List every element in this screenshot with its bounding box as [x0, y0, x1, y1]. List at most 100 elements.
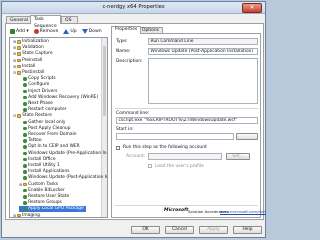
step-icon — [23, 188, 27, 193]
tree-item-label: State Capture — [22, 51, 53, 57]
add-label: Add ▾ — [16, 28, 29, 34]
step-icon — [23, 170, 27, 174]
tree-scroll-thumb[interactable] — [103, 46, 106, 116]
expand-icon[interactable]: ⊞ — [19, 182, 22, 188]
tab-task-sequence[interactable]: Task Sequence — [30, 15, 61, 29]
up-button[interactable]: Up — [62, 27, 77, 35]
tree-step[interactable]: Install Office — [19, 157, 56, 163]
cancel-button[interactable]: Cancel — [165, 226, 194, 234]
tree-step[interactable]: Tattoo — [19, 138, 42, 144]
expand-icon[interactable]: ⊞ — [13, 51, 16, 57]
name-field[interactable]: Windows Update (Post-Application Install… — [148, 48, 258, 55]
arrow-down-icon — [81, 28, 88, 34]
tree-folder[interactable]: ⊟ Postinstall — [13, 70, 44, 76]
tree-step[interactable]: Configure — [19, 82, 49, 88]
title-bar: c-nerdgy x64 Properties ✕ — [2, 2, 265, 14]
down-button[interactable]: Down — [81, 27, 103, 35]
tree-scrollbar[interactable] — [101, 38, 107, 217]
tree-folder[interactable]: ⊞ Validation — [13, 45, 44, 51]
step-icon — [23, 195, 27, 199]
tree-step[interactable]: Post Apply Cleanup — [19, 126, 71, 132]
load-profile-checkbox[interactable] — [148, 164, 152, 168]
up-label: Up — [70, 28, 77, 34]
properties-pane: Properties Options Type: Run Command Lin… — [111, 26, 266, 218]
window-title: c-nerdgy x64 Properties — [102, 4, 165, 10]
mdt-link[interactable]: www.microsoft.com/mdt — [220, 209, 266, 214]
step-icon — [23, 151, 27, 156]
expand-icon[interactable]: ⊞ — [13, 58, 16, 64]
tree-item-label: Copy Scripts — [28, 76, 56, 82]
start-in-field[interactable] — [116, 133, 234, 140]
expand-icon[interactable]: ⊟ — [13, 113, 16, 119]
tree-folder[interactable]: ⊞ Preinstall — [13, 58, 42, 64]
tree-step[interactable]: Install Utility 1 — [19, 163, 60, 169]
browse-button[interactable] — [236, 133, 258, 140]
tree-step[interactable]: Recover From Domain — [19, 132, 77, 138]
expand-icon[interactable]: ⊞ — [13, 45, 16, 51]
start-in-label: Start in: — [116, 127, 134, 132]
step-icon — [23, 133, 27, 137]
tree-item-label: Preinstall — [22, 57, 43, 63]
step-icon — [23, 139, 27, 143]
tree-step[interactable]: Windows Update (Pre-Application Installa… — [19, 151, 107, 157]
tree-item-label: Install — [22, 63, 36, 69]
tree-folder[interactable]: ⊞ Custom Tasks — [19, 182, 58, 188]
tree-folder[interactable]: ⊞ State Capture — [13, 51, 53, 57]
tree-step[interactable]: Restart computer — [19, 107, 66, 113]
close-button[interactable]: ✕ — [242, 3, 262, 13]
tree-step[interactable]: Enable BitLocker — [19, 188, 65, 194]
folder-icon — [17, 114, 21, 118]
tree-item-label: State Restore — [22, 113, 52, 119]
tree-folder[interactable]: ⊞ Install — [13, 64, 35, 70]
tree-item-label: Restart computer — [28, 107, 67, 113]
tab-properties[interactable]: Properties — [111, 26, 142, 34]
tree-folder[interactable]: ⊞ Initialization — [13, 39, 49, 45]
run-as-checkbox[interactable] — [116, 146, 120, 150]
expand-icon[interactable]: ⊞ — [13, 213, 16, 217]
account-label: Account: — [126, 154, 146, 159]
tree-step[interactable]: Next Phase — [19, 101, 53, 107]
tree-item-label: Restore Groups — [28, 200, 62, 206]
tree-item-label: Enable BitLocker — [28, 187, 65, 193]
name-label: Name: — [116, 49, 131, 54]
tree-folder[interactable]: ⊞ Imaging — [13, 213, 40, 217]
tree-step[interactable]: Opt In to CEIP and WER — [19, 144, 80, 150]
account-field — [148, 153, 222, 160]
description-field[interactable] — [148, 58, 258, 104]
tree-folder[interactable]: ⊟ State Restore — [13, 113, 52, 119]
tree-step[interactable]: Restore User State — [19, 194, 69, 200]
apply-button[interactable]: Apply — [199, 226, 228, 234]
tree-step[interactable]: Restore Groups — [19, 200, 62, 206]
folder-icon — [17, 40, 21, 44]
set-account-button[interactable]: Set... — [226, 153, 250, 160]
tree-step[interactable]: Inject Drivers — [19, 89, 57, 95]
expand-icon[interactable]: ⊟ — [13, 70, 16, 76]
command-line-field[interactable]: cscript.exe "%SCRIPTROOT%\ZTIWindowsUpda… — [116, 117, 258, 124]
tree-step[interactable]: Apply Local GPO Package — [19, 206, 86, 212]
help-button[interactable]: Help — [233, 226, 262, 234]
tree-item-label: Gather local only — [28, 119, 66, 125]
step-icon — [23, 102, 27, 106]
step-icon — [23, 207, 27, 211]
step-icon — [23, 145, 27, 149]
folder-icon — [17, 213, 21, 217]
tree-step[interactable]: Gather local only — [19, 120, 66, 126]
task-sequence-tree[interactable]: ⊞ Initialization ⊞ Validation ⊞ State Capture… — [9, 37, 108, 218]
tree-item-label: Validation — [22, 45, 44, 51]
expand-icon[interactable]: ⊞ — [13, 39, 16, 45]
step-icon — [23, 77, 27, 81]
tree-step[interactable]: Windows Update (Post-Application Install… — [19, 175, 107, 181]
command-line-label: Command line: — [116, 111, 150, 116]
tree-step[interactable]: Copy Scripts — [19, 76, 56, 82]
tree-step[interactable]: Add Windows Recovery (WinRE) — [19, 95, 98, 101]
tree-item-label: Postinstall — [22, 70, 45, 75]
add-button[interactable]: Add ▾ — [9, 27, 30, 35]
properties-window: c-nerdgy x64 Properties ✕ General Task S… — [1, 1, 266, 238]
tree-item-label: Apply Local GPO Package — [28, 206, 84, 212]
expand-icon[interactable]: ⊞ — [13, 64, 16, 70]
down-label: Down — [88, 28, 102, 34]
ok-button[interactable]: OK — [131, 226, 160, 234]
tree-step[interactable]: Install Applications — [19, 169, 70, 175]
tree-item-label: Recover From Domain — [28, 132, 77, 137]
run-as-label: Run this step as the following account — [123, 145, 207, 150]
